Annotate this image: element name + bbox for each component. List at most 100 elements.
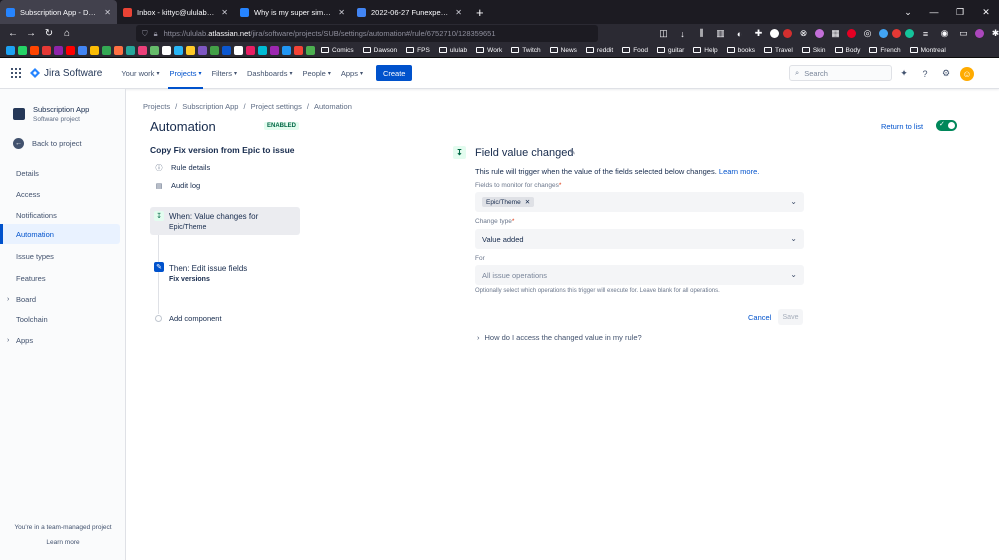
jira-logo[interactable]: Jira Software [30, 68, 102, 79]
bookmark-folder[interactable]: News [547, 47, 580, 54]
bookmark-icon[interactable] [258, 45, 267, 55]
extension-icon[interactable]: ◐ [732, 26, 747, 41]
breadcrumb-item[interactable]: Subscription App [182, 102, 238, 111]
bookmark-folder[interactable]: reddit [583, 47, 616, 54]
learn-more-link[interactable]: Learn more [0, 539, 126, 546]
bookmark-icon[interactable] [234, 45, 243, 55]
bookmark-icon[interactable] [126, 45, 135, 55]
bookmark-icon[interactable] [270, 45, 279, 55]
bookmark-icon[interactable] [150, 45, 159, 55]
bookmark-icon[interactable] [54, 45, 63, 55]
maximize-icon[interactable]: ❐ [947, 0, 973, 24]
bookmark-icon[interactable] [186, 45, 195, 55]
bookmark-icon[interactable] [246, 45, 255, 55]
extensions-puzzle-icon[interactable]: ✱ [988, 26, 999, 41]
bookmark-folder[interactable]: Help [690, 47, 720, 54]
reload-icon[interactable]: ↻ [40, 24, 58, 43]
bookmark-icon[interactable] [198, 45, 207, 55]
create-button[interactable]: Create [375, 65, 413, 81]
chip-remove-icon[interactable]: ✕ [525, 198, 530, 206]
fields-select[interactable]: Epic/Theme ✕ ⌄ [475, 192, 804, 212]
bookmark-folder[interactable]: French [866, 47, 903, 54]
new-tab-icon[interactable]: + [468, 0, 492, 24]
window-close-icon[interactable]: ✕ [973, 0, 999, 24]
whatsapp-icon[interactable] [18, 45, 27, 55]
search-input[interactable]: ⌕ Search [789, 65, 892, 81]
bookmark-folder[interactable]: guitar [654, 47, 687, 54]
bookmark-icon[interactable] [138, 45, 147, 55]
bookmark-icon[interactable] [174, 45, 183, 55]
sidebar-icon[interactable]: ▥ [713, 26, 728, 41]
rule-name[interactable]: Copy Fix version from Epic to issue [150, 145, 295, 155]
bookmark-folder[interactable]: Body [832, 47, 864, 54]
nav-dashboards[interactable]: Dashboards ▾ [242, 58, 297, 89]
cancel-button[interactable]: Cancel [748, 313, 771, 322]
pocket-icon[interactable]: ◫ [656, 26, 671, 41]
bookmark-icon[interactable] [114, 45, 123, 55]
extension-icon[interactable] [770, 29, 779, 38]
sidebar-item-toolchain[interactable]: Toolchain [0, 309, 120, 329]
extension-icon[interactable]: ≡ [918, 26, 933, 41]
extension-icon[interactable]: ◉ [937, 26, 952, 41]
sidebar-item-issue-types[interactable]: Issue types [0, 246, 120, 266]
bookmark-icon[interactable] [306, 45, 315, 55]
change-type-select[interactable]: Value added ⌄ [475, 229, 804, 249]
for-select[interactable]: All issue operations ⌄ [475, 265, 804, 285]
close-icon[interactable]: ✕ [455, 8, 462, 17]
library-icon[interactable]: ⫼ [694, 26, 709, 41]
settings-gear-icon[interactable]: ⚙ [939, 67, 953, 81]
bookmark-folder[interactable]: Comics [318, 47, 357, 54]
extension-icon[interactable] [892, 29, 901, 38]
nav-filters[interactable]: Filters ▾ [207, 58, 242, 89]
save-button[interactable]: Save [778, 309, 803, 325]
bookmark-icon[interactable] [210, 45, 219, 55]
extension-icon[interactable]: ▦ [828, 26, 843, 41]
browser-tab[interactable]: Subscription App - Details - JIRA ✕ [0, 0, 117, 24]
extension-icon[interactable]: ⊗ [796, 26, 811, 41]
sidebar-item-features[interactable]: Features [0, 268, 120, 288]
sidebar-item-apps[interactable]: › Apps [0, 330, 120, 350]
bookmark-folder[interactable]: Travel [761, 47, 796, 54]
downloads-icon[interactable]: ↓ [675, 26, 690, 41]
extension-icon[interactable] [783, 29, 792, 38]
url-bar[interactable]: ⛉ 🔒︎ https://ululab.atlassian.net/jira/s… [136, 25, 598, 42]
learn-more-link[interactable]: Learn more. [719, 167, 759, 176]
forward-arrow-icon[interactable]: → [22, 24, 40, 43]
bookmark-folder[interactable]: Dawson [360, 47, 400, 54]
notifications-icon[interactable]: ✦ [897, 67, 911, 81]
close-icon[interactable]: ✕ [104, 8, 111, 17]
bookmark-folder[interactable]: Food [619, 47, 651, 54]
home-icon[interactable]: ⌂ [58, 24, 76, 43]
bookmark-folder[interactable]: Twitch [508, 47, 543, 54]
bookmark-icon[interactable] [78, 45, 87, 55]
close-icon[interactable]: ✕ [221, 8, 228, 17]
grammarly-icon[interactable] [905, 29, 914, 38]
rule-enabled-toggle[interactable]: ✓ [936, 120, 957, 131]
bookmark-icon[interactable] [222, 45, 231, 55]
bookmark-folder[interactable]: Montreal [907, 47, 949, 54]
sidebar-item-details[interactable]: Details [0, 163, 120, 183]
youtube-icon[interactable] [66, 45, 75, 55]
nav-apps[interactable]: Apps ▾ [336, 58, 368, 89]
bookmark-icon[interactable] [90, 45, 99, 55]
bookmark-icon[interactable] [294, 45, 303, 55]
extension-icon[interactable] [815, 29, 824, 38]
nav-projects[interactable]: Projects ▾ [164, 58, 206, 89]
bookmark-folder[interactable]: Work [473, 47, 505, 54]
browser-tab[interactable]: Inbox - kittyc@ululab.com - Ul... ✕ [117, 0, 234, 24]
browser-tab[interactable]: Why is my super simply autom... ✕ [234, 0, 351, 24]
project-header[interactable]: Subscription App Software project [13, 105, 89, 123]
minimize-icon[interactable]: — [921, 0, 947, 24]
breadcrumb-item[interactable]: Automation [314, 102, 352, 111]
back-to-project-link[interactable]: ← Back to project [13, 138, 82, 149]
audit-log-link[interactable]: ▤ Audit log [155, 181, 201, 190]
bookmark-icon[interactable] [102, 45, 111, 55]
sidebar-item-board[interactable]: › Board [0, 289, 120, 309]
extension-icon[interactable]: ◎ [860, 26, 875, 41]
bookmark-folder[interactable]: books [724, 47, 758, 54]
help-icon[interactable]: ? [918, 67, 932, 81]
app-switcher-icon[interactable] [11, 68, 21, 78]
extension-icon[interactable] [879, 29, 888, 38]
extension-icon[interactable] [975, 29, 984, 38]
avatar[interactable]: ☺ [960, 66, 974, 81]
